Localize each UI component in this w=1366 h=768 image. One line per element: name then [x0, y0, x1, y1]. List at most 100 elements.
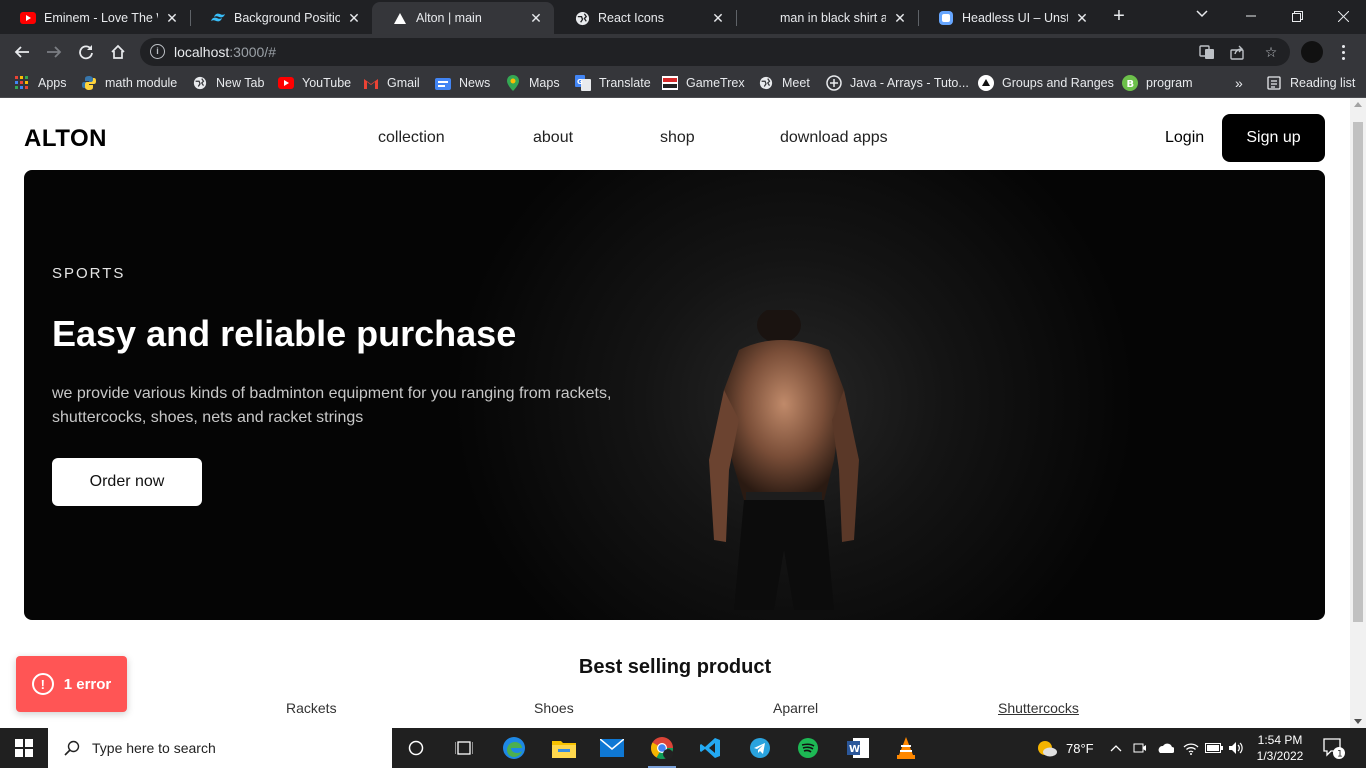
restore-icon[interactable] [1274, 0, 1320, 32]
clock-time: 1:54 PM [1257, 733, 1303, 747]
bookmark-label: program [1146, 76, 1193, 90]
tab-react-icons[interactable]: React Icons ✕ [554, 2, 736, 34]
chrome-menu-icon[interactable] [1338, 40, 1348, 64]
scroll-up-icon[interactable] [1354, 102, 1362, 107]
bookmark-star-icon[interactable]: ☆ [1262, 43, 1280, 61]
close-tab-icon[interactable]: ✕ [710, 10, 726, 27]
scrollbar-thumb[interactable] [1353, 122, 1363, 622]
meet-now-icon[interactable] [1133, 728, 1147, 768]
chrome-taskbar-icon[interactable] [642, 732, 682, 768]
system-clock[interactable]: 1:54 PM 1/3/2022 [1255, 732, 1305, 764]
tab-eminem[interactable]: Eminem - Love The W ✕ [0, 2, 190, 34]
translate-icon[interactable] [1198, 43, 1216, 61]
hero-banner: SPORTS Easy and reliable purchase we pro… [24, 170, 1325, 620]
cortana-icon[interactable] [396, 732, 436, 764]
nav-about[interactable]: about [533, 129, 573, 147]
close-tab-icon[interactable]: ✕ [164, 10, 180, 27]
page-scrollbar[interactable] [1350, 98, 1366, 728]
show-hidden-icons-chevron-icon[interactable] [1110, 728, 1122, 768]
mail-icon[interactable] [592, 732, 632, 764]
tab-background-position[interactable]: Background Position - ✕ [190, 2, 372, 34]
category-tab-aparrel[interactable]: Aparrel [773, 700, 818, 716]
address-bar[interactable]: i localhost:3000/# ☆ [140, 38, 1290, 66]
url-text[interactable]: localhost:3000/# [174, 44, 276, 60]
bookmark-youtube[interactable]: YouTube [278, 75, 351, 91]
bookmark-translate[interactable]: G Translate [575, 75, 651, 91]
minimize-icon[interactable] [1228, 0, 1274, 32]
svg-text:G: G [577, 78, 583, 86]
bookmark-gmail[interactable]: Gmail [363, 75, 420, 91]
vlc-icon[interactable] [886, 732, 926, 764]
close-tab-icon[interactable]: ✕ [892, 10, 908, 27]
nextjs-error-toast[interactable]: ! 1 error [16, 656, 127, 712]
bookmark-new-tab[interactable]: New Tab [192, 75, 264, 91]
bookmark-meet[interactable]: Meet [758, 75, 810, 91]
category-tab-shoes[interactable]: Shoes [534, 700, 574, 716]
close-window-icon[interactable] [1320, 0, 1366, 32]
share-icon[interactable] [1228, 43, 1246, 61]
home-icon[interactable] [106, 40, 130, 64]
bookmark-groups-and-ranges[interactable]: Groups and Ranges [978, 75, 1114, 91]
site-logo[interactable]: ALTON [24, 125, 107, 153]
volume-icon[interactable] [1228, 728, 1244, 768]
search-placeholder: Type here to search [92, 740, 216, 756]
category-tab-rackets[interactable]: Rackets [286, 700, 337, 716]
bookmark-math-module[interactable]: math module [81, 75, 177, 91]
bookmark-apps[interactable]: Apps [14, 75, 67, 91]
wifi-icon[interactable] [1183, 728, 1199, 768]
battery-icon[interactable] [1205, 728, 1223, 768]
file-explorer-icon[interactable] [544, 732, 584, 764]
category-tab-shuttercocks[interactable]: Shuttercocks [998, 700, 1079, 716]
bookmark-label: Meet [782, 76, 810, 90]
bookmark-java-arrays[interactable]: Java - Arrays - Tuto... [826, 75, 969, 91]
close-tab-icon[interactable]: ✕ [346, 10, 362, 27]
vscode-icon[interactable] [690, 732, 730, 764]
bookmark-maps[interactable]: Maps [505, 75, 560, 91]
bookmark-label: Maps [529, 76, 560, 90]
telegram-icon[interactable] [740, 732, 780, 764]
forward-icon[interactable] [42, 40, 66, 64]
tab-search-icon[interactable] [1196, 7, 1208, 21]
spotify-icon[interactable] [788, 732, 828, 764]
onedrive-icon[interactable] [1156, 728, 1174, 768]
taskbar-search-box[interactable]: Type here to search [48, 728, 392, 768]
reload-icon[interactable] [74, 40, 98, 64]
tab-headless-ui[interactable]: Headless UI – Unstyle ✕ [918, 2, 1100, 34]
notification-center-icon[interactable]: 1 [1322, 736, 1346, 760]
task-view-icon[interactable] [444, 732, 484, 764]
tutorialspoint-icon [826, 75, 842, 91]
bookmark-label: News [459, 76, 491, 90]
search-icon [62, 738, 82, 758]
url-path: :3000/# [229, 44, 276, 60]
reading-list-button[interactable]: Reading list [1266, 75, 1355, 91]
new-tab-icon[interactable]: + [1109, 6, 1129, 26]
scroll-down-icon[interactable] [1354, 719, 1362, 724]
nav-download-apps[interactable]: download apps [780, 129, 888, 147]
signup-button[interactable]: Sign up [1222, 114, 1325, 162]
edge-icon[interactable] [494, 732, 534, 764]
profile-avatar[interactable] [1301, 41, 1323, 63]
windows-start-icon[interactable] [0, 728, 48, 768]
more-bookmarks-icon[interactable]: » [1235, 75, 1243, 91]
headlessui-icon [938, 10, 954, 26]
back-icon[interactable] [10, 40, 34, 64]
tab-alton-main[interactable]: Alton | main ✕ [372, 2, 554, 34]
weather-widget[interactable]: 78°F [1036, 728, 1094, 768]
order-now-button[interactable]: Order now [52, 458, 202, 506]
close-tab-icon[interactable]: ✕ [1074, 10, 1090, 27]
close-tab-icon[interactable]: ✕ [528, 10, 544, 27]
bookmark-program[interactable]: B program [1122, 75, 1193, 91]
nav-collection[interactable]: collection [378, 129, 445, 147]
login-link[interactable]: Login [1165, 129, 1204, 147]
word-icon[interactable]: W [838, 732, 878, 764]
tab-unsplash[interactable]: man in black shirt and ✕ [736, 2, 918, 34]
apps-grid-icon [14, 75, 30, 91]
document-icon [978, 75, 994, 91]
bookmark-gametrex[interactable]: GameTrex [662, 75, 745, 91]
bookmark-news[interactable]: News [435, 75, 490, 91]
site-info-icon[interactable]: i [150, 44, 165, 59]
bookmark-label: Gmail [387, 76, 420, 90]
nav-shop[interactable]: shop [660, 129, 695, 147]
bookmarks-bar: Apps math module New Tab YouTube Gmail N… [0, 70, 1366, 98]
globe-icon [758, 75, 774, 91]
